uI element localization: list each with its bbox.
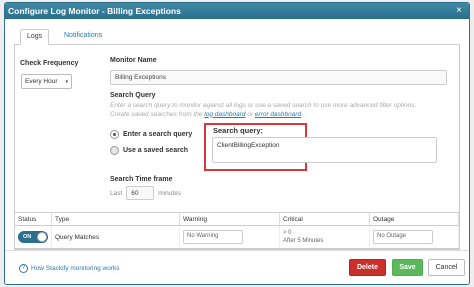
time-frame-unit: minutes <box>158 189 182 197</box>
configure-log-monitor-dialog: Configure Log Monitor - Billing Exceptio… <box>4 2 470 285</box>
time-frame-row: Last 60 minutes <box>110 186 181 200</box>
critical-duration: After 5 Minutes <box>283 238 324 244</box>
monitor-name-input[interactable]: Billing Exceptions <box>110 70 447 85</box>
header-critical: Critical <box>279 212 370 226</box>
save-button[interactable]: Save <box>392 259 423 276</box>
header-type: Type <box>51 212 180 226</box>
radio-checked-icon <box>110 130 119 139</box>
help-icon: ? <box>19 264 28 273</box>
hint-or: or <box>245 110 255 118</box>
logs-panel: Check Frequency Every Hour ▾ Monitor Nam… <box>14 45 460 250</box>
table-row: ON Query Matches No Warning > 0 After 5 … <box>15 225 459 249</box>
check-frequency-select[interactable]: Every Hour ▾ <box>21 74 72 89</box>
status-toggle[interactable]: ON <box>18 231 48 243</box>
tab-bar: Logs Notifications <box>14 27 460 45</box>
chevron-down-icon: ▾ <box>65 79 68 85</box>
time-frame-label: Search Time frame <box>110 176 173 183</box>
type-cell: Query Matches <box>51 225 180 249</box>
monitor-name-label: Monitor Name <box>110 57 157 64</box>
hint-text: Enter a search query to monitor against … <box>110 102 417 109</box>
delete-button[interactable]: Delete <box>349 259 386 276</box>
outage-input[interactable]: No Outage <box>373 230 433 244</box>
close-icon[interactable]: × <box>453 5 465 17</box>
header-warning: Warning <box>179 212 280 226</box>
log-dashboard-link[interactable]: log dashboard <box>204 111 245 118</box>
check-frequency-label: Check Frequency <box>20 60 79 67</box>
toggle-label: ON <box>23 233 32 240</box>
dialog-title: Configure Log Monitor - Billing Exceptio… <box>8 6 181 16</box>
help-link[interactable]: ? How Stackify monitoring works <box>19 264 120 273</box>
monitor-status-table: Status Type Warning Critical Outage ON Q… <box>15 212 459 249</box>
radio-saved-search-label: Use a saved search <box>123 147 188 154</box>
status-cell: ON <box>15 225 52 249</box>
outage-cell: No Outage <box>369 225 459 249</box>
hint-end: . <box>301 110 303 118</box>
search-query-label: Search Query <box>110 92 156 99</box>
radio-enter-query-label: Enter a search query <box>123 131 193 138</box>
radio-saved-search[interactable]: Use a saved search <box>110 146 188 155</box>
help-link-label: How Stackify monitoring works <box>31 265 120 272</box>
radio-enter-query[interactable]: Enter a search query <box>110 130 192 139</box>
tab-notifications[interactable]: Notifications <box>58 29 108 45</box>
search-query-textarea[interactable]: ClientBillingException <box>212 137 437 163</box>
dialog-footer: ? How Stackify monitoring works Delete S… <box>5 250 469 284</box>
check-frequency-value: Every Hour <box>25 78 58 85</box>
search-query-field-label: Search query: <box>213 126 264 135</box>
cancel-button[interactable]: Cancel <box>428 259 465 276</box>
header-outage: Outage <box>369 212 459 226</box>
toggle-knob <box>37 232 47 242</box>
tab-logs[interactable]: Logs <box>20 29 50 45</box>
warning-input[interactable]: No Warning <box>183 230 243 244</box>
radio-unchecked-icon <box>110 146 119 155</box>
critical-cell[interactable]: > 0 After 5 Minutes <box>279 225 370 249</box>
critical-threshold: > 0 <box>283 230 292 236</box>
hint-text-2: Create saved searches from the <box>110 110 205 118</box>
warning-cell: No Warning <box>179 225 280 249</box>
header-status: Status <box>15 212 52 226</box>
time-frame-input[interactable]: 60 <box>126 186 155 200</box>
time-frame-prefix: Last <box>110 189 123 197</box>
table-header-row: Status Type Warning Critical Outage <box>15 212 459 226</box>
search-query-hint: Enter a search query to monitor against … <box>110 102 460 119</box>
error-dashboard-link[interactable]: error dashboard <box>255 111 301 118</box>
dialog-titlebar: Configure Log Monitor - Billing Exceptio… <box>5 3 469 19</box>
